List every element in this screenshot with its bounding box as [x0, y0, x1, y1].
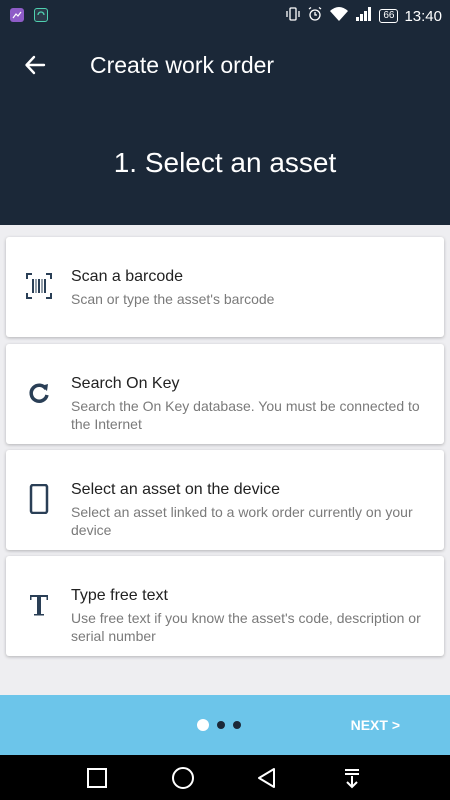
gallery-notification-icon [10, 8, 24, 22]
notification-pull-button[interactable] [339, 765, 365, 791]
refresh-icon [24, 378, 54, 408]
home-button[interactable] [170, 765, 196, 791]
option-description: Select an asset linked to a work order c… [71, 504, 413, 538]
option-select-asset-device[interactable]: Select an asset on the device Select an … [6, 450, 444, 550]
option-description: Search the On Key database. You must be … [71, 398, 420, 432]
phone-icon [24, 484, 54, 514]
page-dot [233, 721, 241, 729]
system-nav-bar [0, 755, 450, 800]
status-bar: 66 13:40 [0, 0, 450, 30]
battery-indicator: 66 [379, 9, 399, 23]
pull-down-icon [345, 769, 359, 789]
next-button[interactable]: NEXT > [351, 717, 400, 733]
option-type-free-text[interactable]: Type free text Use free text if you know… [6, 556, 444, 656]
back-arrow-icon [25, 55, 46, 75]
sync-notification-icon [34, 8, 48, 22]
page-indicator [197, 719, 241, 731]
back-nav-button[interactable] [254, 765, 280, 791]
status-time: 13:40 [404, 7, 442, 25]
vibrate-icon [285, 6, 301, 26]
barcode-icon [24, 271, 54, 301]
option-title: Scan a barcode [71, 268, 184, 285]
option-search-on-key[interactable]: Search On Key Search the On Key database… [6, 344, 444, 444]
wifi-icon [329, 6, 349, 26]
square-icon [87, 768, 107, 788]
circle-icon [172, 767, 194, 789]
step-title: 1. Select an asset [113, 147, 337, 178]
option-description: Use free text if you know the asset's co… [71, 610, 421, 644]
recents-button[interactable] [84, 765, 110, 791]
page-dot [217, 721, 225, 729]
text-icon [24, 590, 54, 620]
option-scan-barcode[interactable]: Scan a barcode Scan or type the asset's … [6, 237, 444, 337]
option-title: Type free text [71, 587, 168, 604]
page-title: Create work order [90, 52, 275, 78]
option-title: Search On Key [71, 375, 180, 392]
app-header: Create work order 1. Select an asset [0, 30, 450, 225]
option-description: Scan or type the asset's barcode [71, 291, 275, 307]
triangle-back-icon [258, 768, 275, 788]
alarm-icon [307, 6, 323, 26]
wizard-footer: NEXT > [0, 695, 450, 755]
signal-icon [355, 6, 373, 26]
back-button[interactable] [20, 50, 50, 80]
option-title: Select an asset on the device [71, 481, 281, 498]
page-dot-active [197, 719, 209, 731]
